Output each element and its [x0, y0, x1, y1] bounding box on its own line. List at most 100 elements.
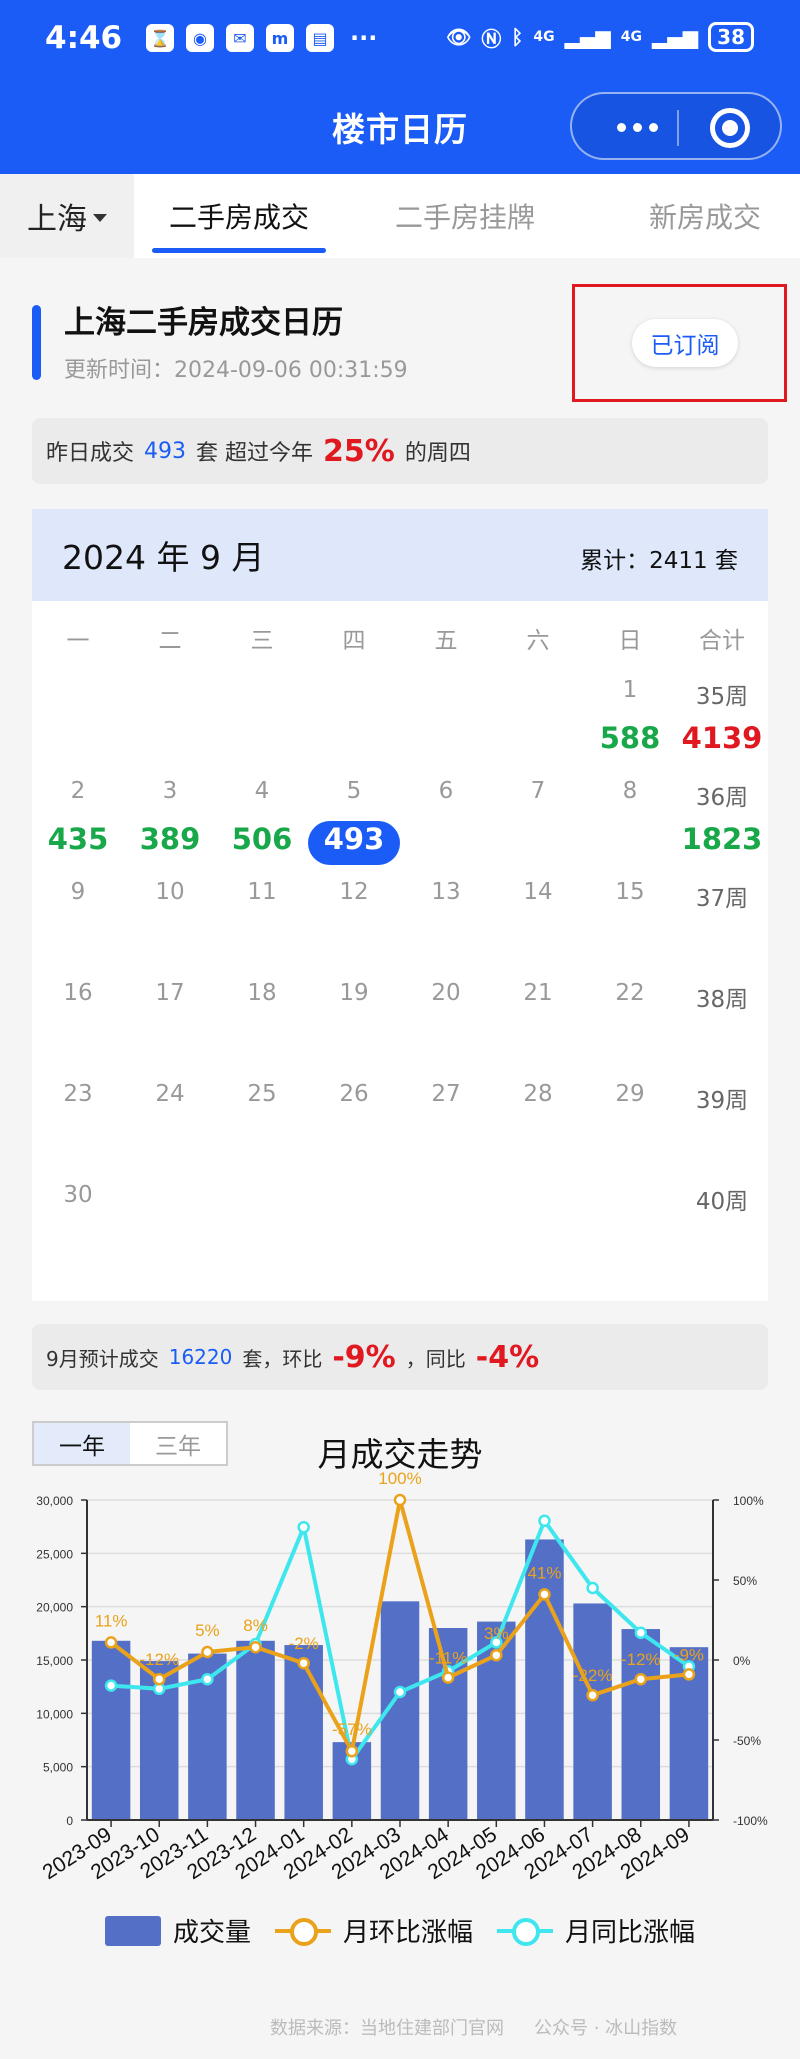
- data-label: -9%: [674, 1645, 704, 1664]
- header: 4:46 ⌛ ◉ ✉ m ▤ ··· 👁 Ⓝ ᛒ 4G ▂▄▆ 4G ▂▄▆ 3…: [0, 0, 800, 174]
- calendar-day[interactable]: 5: [308, 778, 400, 804]
- notification-news-icon: m: [266, 24, 294, 52]
- calendar-day[interactable]: 26: [308, 1081, 400, 1107]
- legend-label: 月环比涨幅: [342, 1918, 473, 1948]
- monthly-trend-chart: 0 5,000 10,000 15,000 20,000 25,000 30,000 -100…: [36, 1470, 768, 1884]
- legend-item-volume[interactable]: 成交量: [104, 1912, 251, 1949]
- calendar-header: 2024 年 9 月 累计：2411 套: [32, 509, 768, 601]
- weekday-header: 四: [342, 628, 366, 654]
- weekday-header: 日: [618, 628, 642, 654]
- more-icon[interactable]: [602, 110, 672, 144]
- forecast-summary: 9月预计成交 16220 套，环比 -9% ，同比 -4%: [32, 1324, 768, 1390]
- city-label: 上海: [27, 202, 87, 237]
- status-bar: 4:46 ⌛ ◉ ✉ m ▤ ··· 👁 Ⓝ ᛒ 4G ▂▄▆ 4G ▂▄▆ 3…: [0, 0, 800, 78]
- calendar-day[interactable]: 27: [400, 1081, 492, 1107]
- calendar-day[interactable]: 4: [216, 778, 308, 804]
- calendar-day[interactable]: 17: [124, 980, 216, 1006]
- week-label: 39周: [695, 1088, 749, 1114]
- legend-line-swatch: [274, 1916, 331, 1946]
- calendar-total: 累计：2411 套: [580, 548, 738, 574]
- update-time: 更新时间：2024-09-06 00:31:59: [64, 358, 408, 383]
- signal-icon: 4G: [533, 29, 555, 45]
- legend-item-mom[interactable]: 月环比涨幅: [274, 1912, 473, 1949]
- calendar-day[interactable]: 11: [216, 879, 308, 905]
- calendar-day[interactable]: 25: [216, 1081, 308, 1107]
- calendar-day[interactable]: 14: [492, 879, 584, 905]
- legend-bar-swatch: [104, 1915, 161, 1946]
- status-time: 4:46: [45, 20, 123, 56]
- data-label: -22%: [573, 1666, 613, 1685]
- line-point: [297, 1656, 310, 1670]
- day-deal-count: 588: [599, 721, 661, 755]
- notification-more-icon: ···: [350, 24, 378, 52]
- line-point: [249, 1640, 262, 1654]
- battery-icon: 38: [708, 22, 754, 52]
- calendar-day[interactable]: 6: [400, 778, 492, 804]
- city-selector[interactable]: 上海: [0, 174, 134, 258]
- line-point: [441, 1671, 455, 1684]
- status-system-icons: 👁 Ⓝ ᛒ 4G ▂▄▆ 4G ▂▄▆ 38: [446, 22, 754, 52]
- line-point: [201, 1672, 214, 1686]
- legend-label: 月同比涨幅: [565, 1918, 696, 1948]
- calendar-day[interactable]: 16: [32, 980, 124, 1006]
- calendar-day[interactable]: 12: [308, 879, 400, 905]
- data-label: 5%: [195, 1621, 220, 1640]
- calendar-day[interactable]: 22: [584, 980, 676, 1006]
- calendar-day[interactable]: 9: [32, 879, 124, 905]
- calendar-day[interactable]: 8: [584, 778, 676, 804]
- title-accent-bar: [32, 305, 41, 380]
- footer: 数据来源：当地住建部门官网 公众号 · 冰山指数: [270, 2014, 677, 2040]
- bar-volume: [91, 1640, 131, 1820]
- chart-title: 月成交走势: [317, 1435, 483, 1474]
- calendar-day[interactable]: 20: [400, 980, 492, 1006]
- line-point: [634, 1626, 648, 1640]
- calendar-month: 2024 年 9 月: [62, 538, 265, 577]
- calendar-day[interactable]: 1: [584, 677, 676, 703]
- weekday-header: 一: [66, 628, 90, 654]
- bar-volume: [236, 1640, 275, 1820]
- data-label: 11%: [95, 1611, 128, 1630]
- calendar-day[interactable]: 7: [492, 778, 584, 804]
- week-label: 40周: [695, 1189, 749, 1215]
- week-label: 36周: [695, 785, 749, 811]
- calendar-day[interactable]: 24: [124, 1081, 216, 1107]
- line-point: [393, 1685, 407, 1699]
- calendar-day[interactable]: 19: [308, 980, 400, 1006]
- weekday-header: 六: [526, 628, 550, 654]
- legend-line-swatch: [497, 1916, 553, 1946]
- week-label: 38周: [695, 987, 749, 1013]
- calendar-day[interactable]: 3: [124, 778, 216, 804]
- summary-count: 493: [144, 438, 187, 464]
- calendar-day[interactable]: 28: [492, 1081, 584, 1107]
- calendar-day[interactable]: 23: [32, 1081, 124, 1107]
- line-point: [682, 1668, 696, 1681]
- line-point: [393, 1493, 407, 1507]
- tab-second-hand-listings[interactable]: 二手房挂牌: [360, 174, 570, 258]
- calendar-day[interactable]: 13: [400, 879, 492, 905]
- legend-item-yoy[interactable]: 月同比涨幅: [497, 1912, 695, 1949]
- data-label: 41%: [527, 1563, 561, 1582]
- subscribe-button[interactable]: 已订阅: [632, 319, 738, 367]
- active-tab-indicator: [152, 248, 326, 253]
- forecast-prefix: 9月预计成交: [46, 1346, 159, 1371]
- calendar-day[interactable]: 21: [492, 980, 584, 1006]
- data-label: 3%: [484, 1624, 509, 1643]
- calendar-day[interactable]: 10: [124, 879, 216, 905]
- calendar-day[interactable]: 15: [584, 879, 676, 905]
- page-title: 上海二手房成交日历: [64, 305, 343, 341]
- calendar-day[interactable]: 2: [32, 778, 124, 804]
- calendar-day[interactable]: 18: [216, 980, 308, 1006]
- close-target-icon[interactable]: [710, 108, 750, 148]
- calendar-day[interactable]: 30: [32, 1182, 124, 1208]
- forecast-mid: 套，环比: [242, 1346, 323, 1371]
- line-point: [586, 1581, 599, 1595]
- tab-second-hand-deals[interactable]: 二手房成交: [134, 174, 344, 258]
- line-point: [201, 1645, 214, 1659]
- tab-new-home-deals[interactable]: 新房成交: [600, 174, 800, 258]
- summary-mid: 套 超过今年: [196, 441, 314, 466]
- calendar-day[interactable]: 29: [584, 1081, 676, 1107]
- footer-source: 数据来源：当地住建部门官网: [270, 2018, 504, 2039]
- miniprogram-capsule: [570, 92, 782, 160]
- y-tick-left: 15,000: [36, 1654, 73, 1668]
- day-deal-count: 506: [231, 822, 293, 856]
